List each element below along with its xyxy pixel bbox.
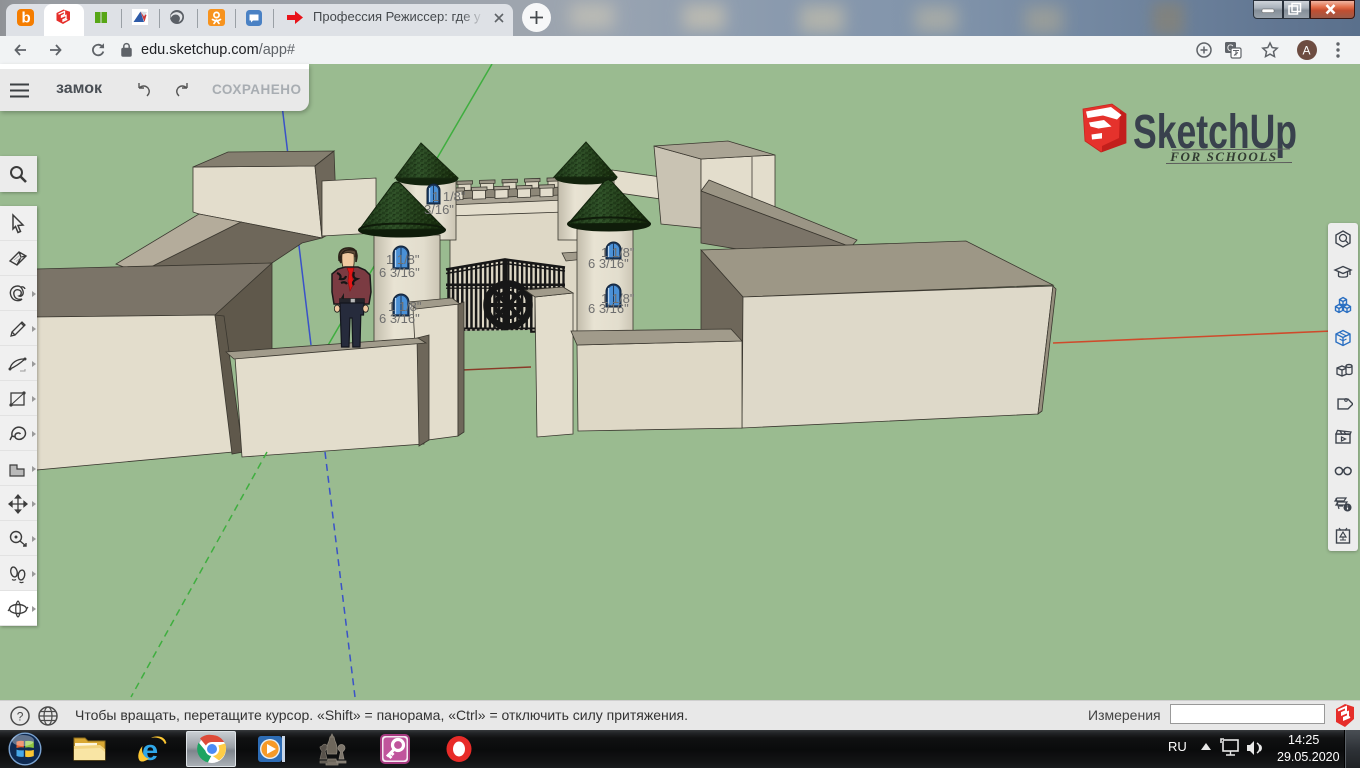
svg-text:3/16": 3/16" xyxy=(424,202,454,217)
svg-text:6 3/16": 6 3/16" xyxy=(379,265,420,280)
svg-text:b: b xyxy=(22,10,31,27)
svg-text:6 3/16": 6 3/16" xyxy=(588,301,629,316)
svg-text:6 3/16": 6 3/16" xyxy=(588,256,629,271)
svg-text:FOR SCHOOLS: FOR SCHOOLS xyxy=(1169,149,1278,164)
svg-text:A: A xyxy=(1303,44,1311,58)
svg-text:6 3/16": 6 3/16" xyxy=(379,311,420,326)
svg-text:?: ? xyxy=(17,710,24,724)
